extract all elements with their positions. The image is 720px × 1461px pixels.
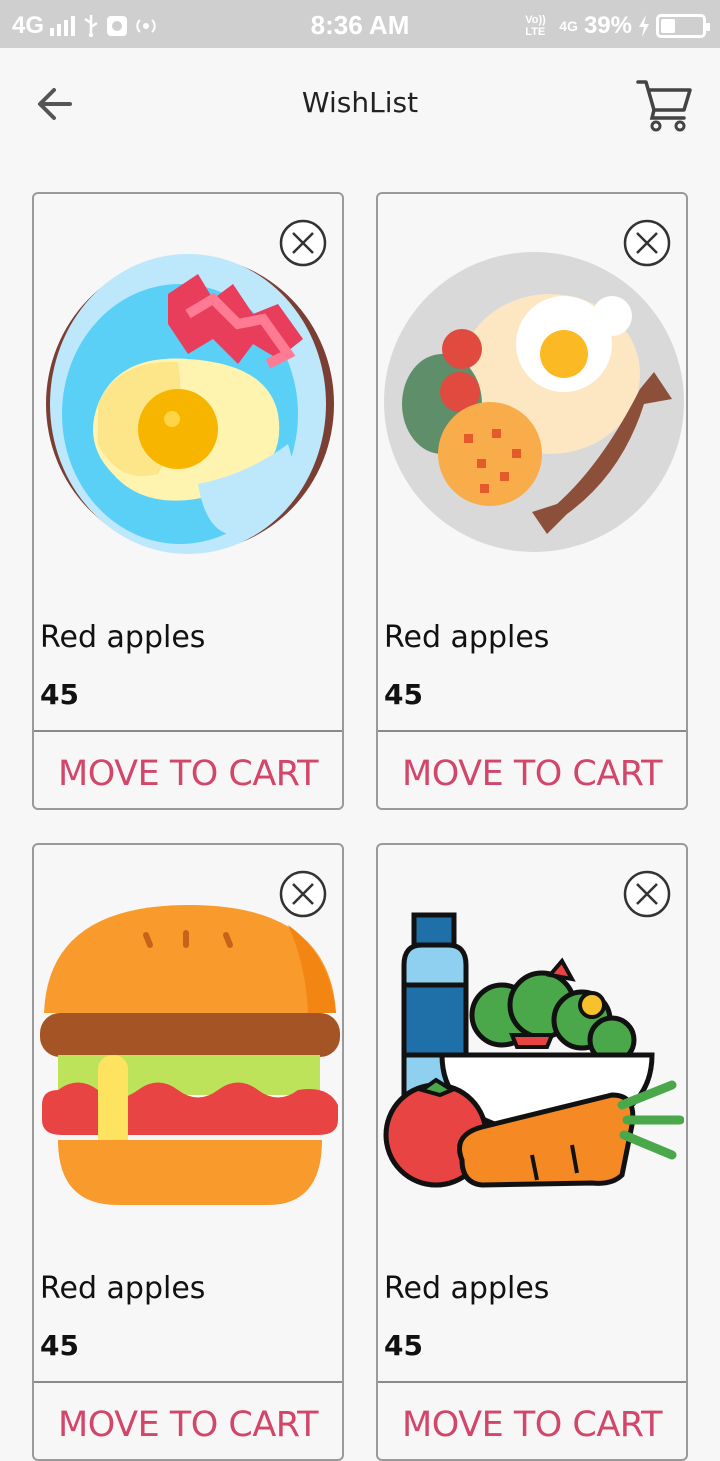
divider: [34, 730, 342, 732]
salad-bowl-icon: [383, 912, 684, 1188]
cart-icon[interactable]: [636, 76, 692, 132]
bacon-egg-plate-icon: [46, 254, 334, 554]
product-name: Red apples: [40, 1271, 206, 1306]
breakfast-plate-icon: [384, 252, 684, 552]
divider: [378, 1381, 686, 1383]
wishlist-card: Red apples 45 MOVE TO CART: [32, 843, 344, 1461]
product-name: Red apples: [384, 620, 550, 655]
product-price: 45: [40, 678, 79, 711]
wishlist-card: Red apples 45 MOVE TO CART: [376, 843, 688, 1461]
product-price: 45: [384, 1329, 423, 1362]
divider: [34, 1381, 342, 1383]
move-to-cart-button[interactable]: MOVE TO CART: [34, 1385, 342, 1459]
move-to-cart-button[interactable]: MOVE TO CART: [378, 1385, 686, 1459]
product-price: 45: [40, 1329, 79, 1362]
volte-label: Vo)) LTE: [525, 14, 546, 38]
divider: [378, 730, 686, 732]
wishlist-card: Red apples 45 MOVE TO CART: [376, 192, 688, 810]
wishlist-card: Red apples 45 MOVE TO CART: [32, 192, 344, 810]
status-bar: 4G 8:36 AM Vo)) LTE 4G 39%: [0, 0, 720, 48]
move-to-cart-button[interactable]: MOVE TO CART: [378, 734, 686, 808]
net2-label: 4G: [559, 18, 578, 34]
burger-icon: [40, 905, 340, 1205]
move-to-cart-button[interactable]: MOVE TO CART: [34, 734, 342, 808]
charging-icon: [639, 15, 649, 37]
product-name: Red apples: [384, 1271, 550, 1306]
status-right: Vo)) LTE 4G 39%: [525, 12, 710, 40]
page-title: WishList: [301, 86, 419, 119]
battery-percent: 39%: [583, 12, 632, 39]
product-price: 45: [384, 678, 423, 711]
app-bar: WishList: [0, 48, 720, 160]
battery-icon: [656, 14, 710, 38]
product-name: Red apples: [40, 620, 206, 655]
